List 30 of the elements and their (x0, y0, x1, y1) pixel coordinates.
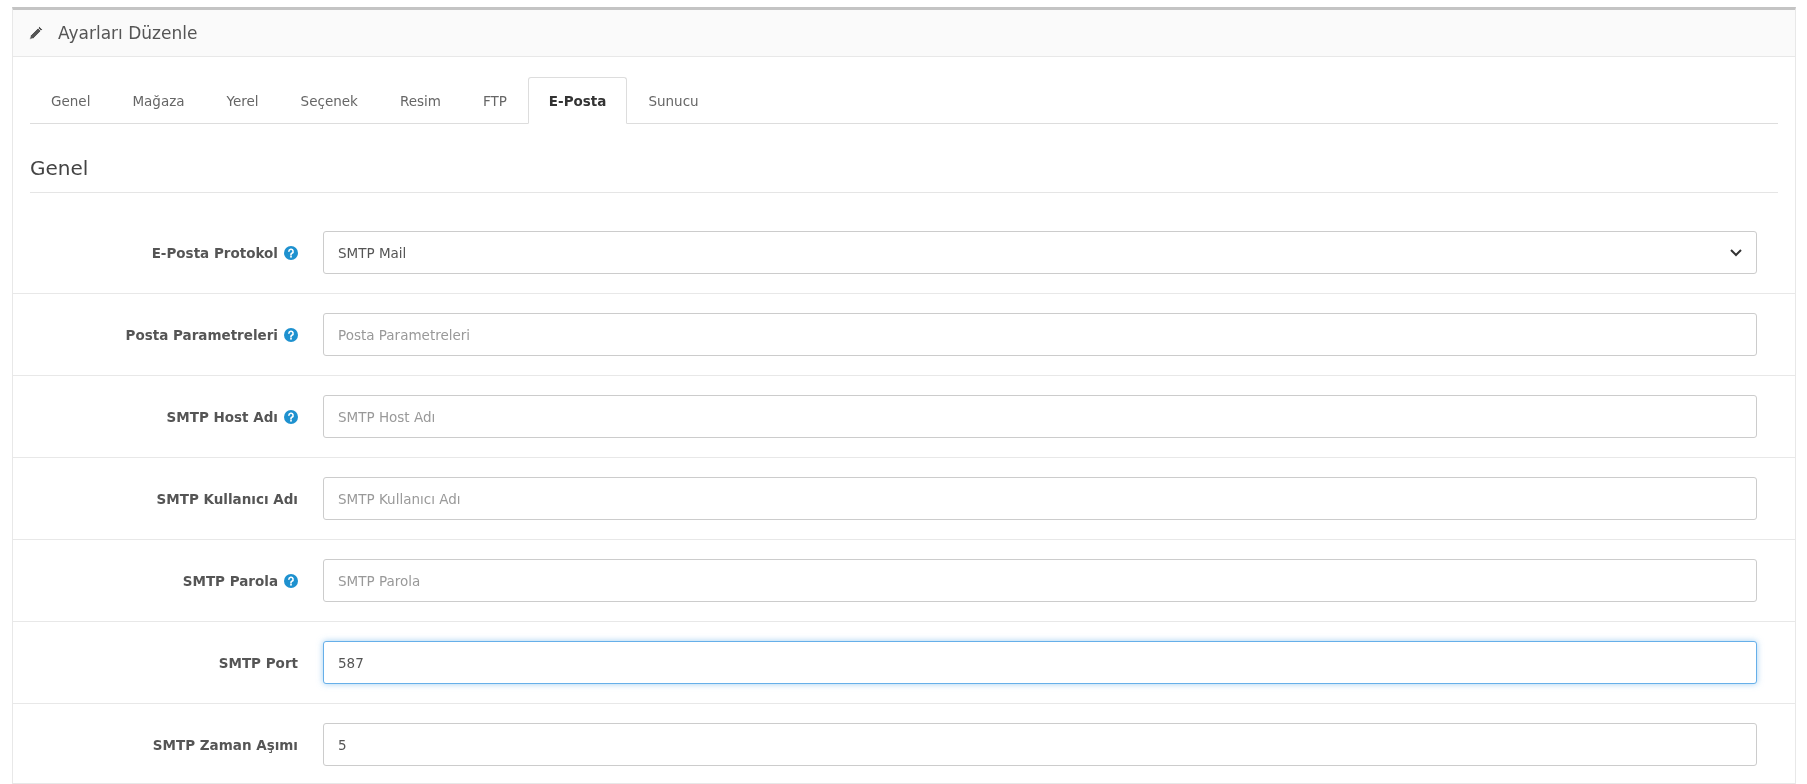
tab[interactable]: Seçenek (279, 77, 379, 124)
help-icon[interactable] (284, 245, 298, 260)
chevron-down-icon (1730, 248, 1742, 257)
tab[interactable]: Yerel (205, 77, 280, 124)
input-field[interactable]: Posta Parametreleri (323, 313, 1757, 356)
field-label: SMTP Kullanıcı Adı (156, 490, 298, 507)
tab[interactable]: Genel (30, 77, 112, 124)
help-icon[interactable] (284, 327, 298, 342)
help-icon[interactable] (284, 409, 298, 424)
tab[interactable]: E-Posta (527, 77, 628, 124)
input-field[interactable]: SMTP Host Adı (323, 395, 1757, 438)
field-label: E-Posta Protokol (151, 244, 278, 261)
protocol-select[interactable]: SMTP Mail (323, 231, 1757, 274)
field-label: SMTP Parola (182, 572, 278, 589)
field-label: SMTP Port (218, 654, 298, 671)
input-field[interactable]: SMTP Kullanıcı Adı (323, 477, 1757, 520)
section-heading: Genel (30, 156, 1778, 193)
field-label: Posta Parametreleri (125, 326, 278, 343)
input-field[interactable]: SMTP Parola (323, 559, 1757, 602)
help-icon[interactable] (284, 573, 298, 588)
tab[interactable]: FTP (461, 77, 528, 124)
input-field[interactable]: 5 (323, 723, 1757, 766)
field-label: SMTP Zaman Aşımı (152, 736, 298, 753)
field-label: SMTP Host Adı (166, 408, 278, 425)
panel-title: Ayarları Düzenle (58, 23, 198, 43)
pencil-icon (28, 25, 44, 41)
input-field[interactable]: 587 (323, 641, 1757, 684)
tab[interactable]: Resim (378, 77, 462, 124)
tab[interactable]: Mağaza (111, 77, 206, 124)
tab[interactable]: Sunucu (627, 77, 720, 124)
